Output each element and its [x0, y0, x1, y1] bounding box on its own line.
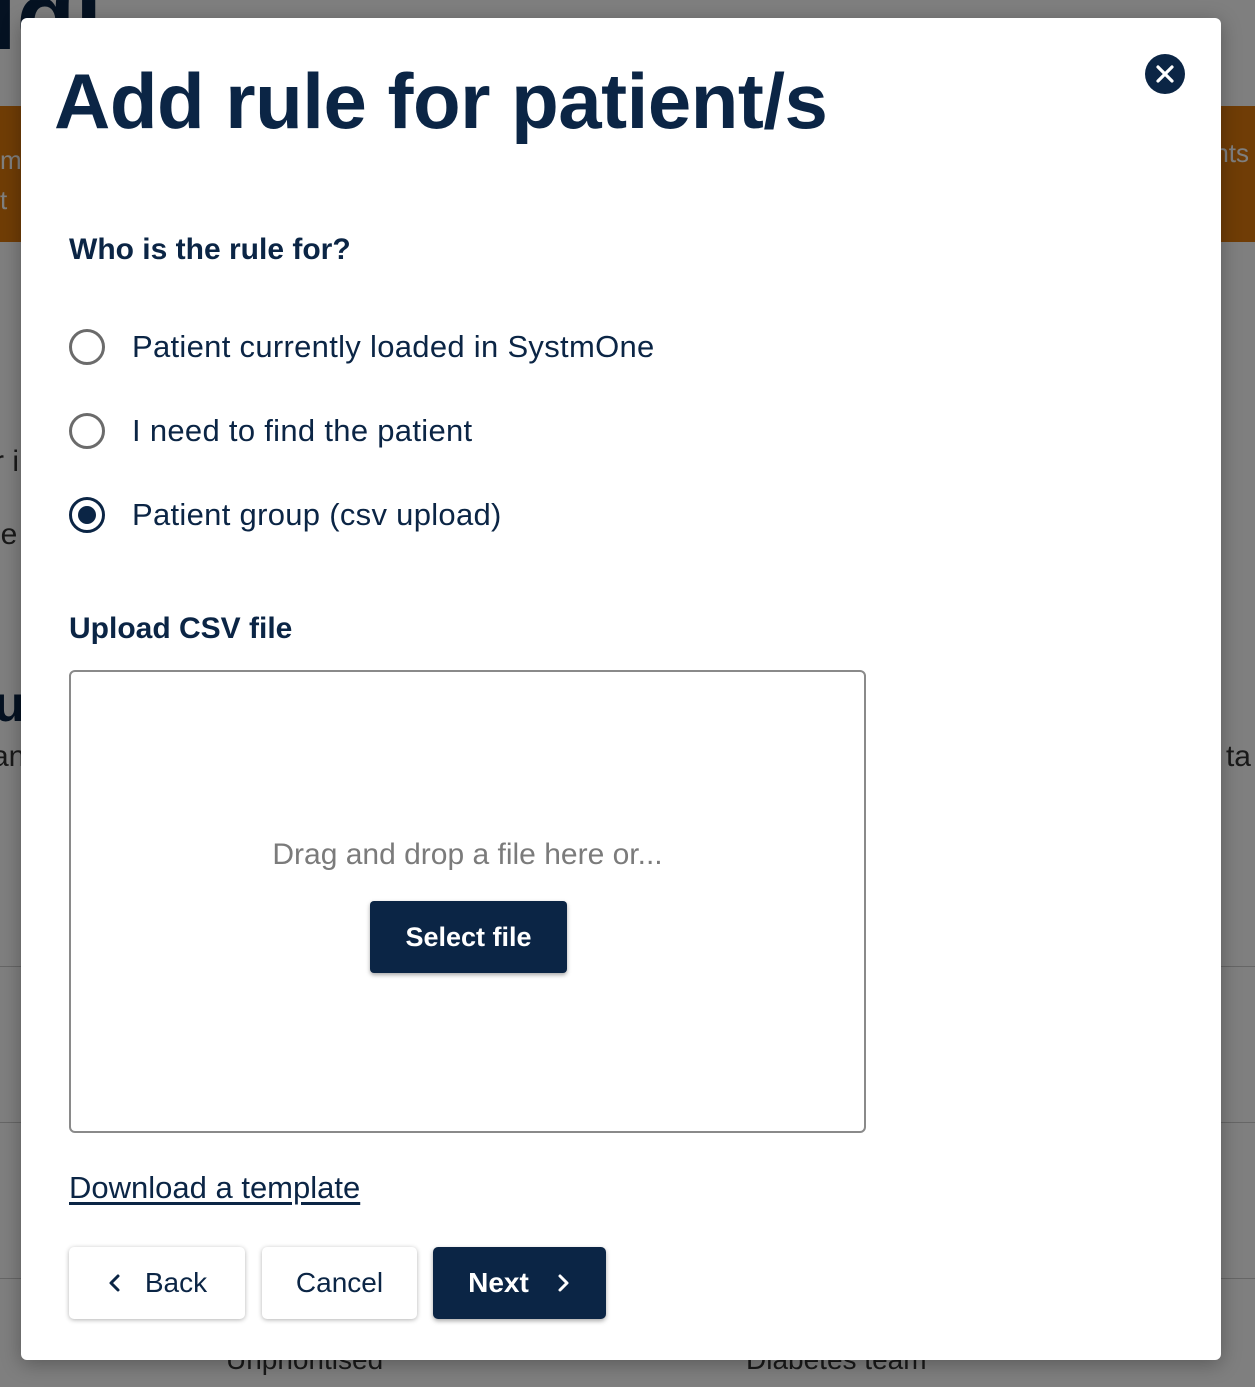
upload-csv-label: Upload CSV file — [69, 612, 293, 645]
modal-title: Add rule for patient/s — [54, 57, 828, 145]
chevron-right-icon — [555, 1272, 571, 1294]
radio-button-selected[interactable] — [69, 497, 105, 533]
who-rule-label: Who is the rule for? — [69, 233, 351, 266]
select-file-button[interactable]: Select file — [370, 901, 567, 973]
radio-option-current-patient[interactable]: Patient currently loaded in SystmOne — [69, 329, 655, 365]
radio-button[interactable] — [69, 413, 105, 449]
back-button[interactable]: Back — [69, 1247, 245, 1319]
add-rule-modal: Add rule for patient/s Who is the rule f… — [21, 18, 1221, 1360]
radio-button[interactable] — [69, 329, 105, 365]
radio-label: Patient group (csv upload) — [132, 497, 502, 532]
back-button-label: Back — [144, 1267, 208, 1298]
file-dropzone[interactable]: Drag and drop a file here or... Select f… — [69, 670, 866, 1133]
next-button-label: Next — [468, 1267, 529, 1298]
dropzone-text: Drag and drop a file here or... — [272, 838, 663, 871]
cancel-button[interactable]: Cancel — [262, 1247, 417, 1319]
radio-label: Patient currently loaded in SystmOne — [132, 329, 655, 364]
download-template-link[interactable]: Download a template — [69, 1170, 360, 1206]
close-button[interactable] — [1145, 54, 1185, 94]
radio-option-patient-group[interactable]: Patient group (csv upload) — [69, 497, 502, 533]
radio-label: I need to find the patient — [132, 413, 473, 448]
next-button[interactable]: Next — [433, 1247, 606, 1319]
chevron-left-icon — [107, 1272, 123, 1294]
radio-option-find-patient[interactable]: I need to find the patient — [69, 413, 472, 449]
close-icon — [1155, 64, 1175, 84]
